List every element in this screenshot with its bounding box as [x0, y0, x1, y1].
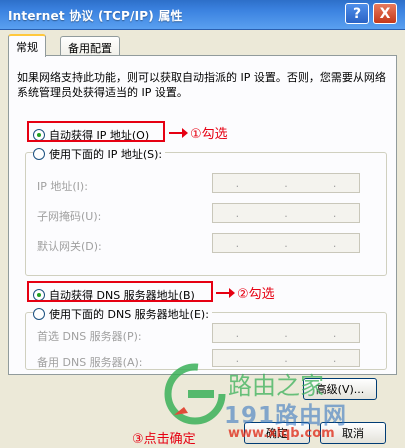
- default-gateway-input[interactable]: ...: [212, 233, 360, 253]
- highlight-box-auto-dns: [27, 281, 213, 302]
- radio-unchecked-icon: [33, 148, 45, 160]
- alternate-dns-input[interactable]: ...: [212, 349, 360, 367]
- octet-separator: .: [235, 206, 240, 220]
- octet-separator: .: [235, 351, 240, 365]
- question-icon: ?: [352, 5, 362, 22]
- octet-separator: .: [332, 176, 337, 190]
- ip-address-input[interactable]: ...: [212, 173, 360, 193]
- octet-separator: .: [235, 176, 240, 190]
- octet-separator: .: [284, 236, 288, 250]
- tab-panel-general: 如果网络支持此功能，则可以获取自动指派的 IP 设置。否则，您需要从网络系统管理…: [8, 55, 397, 375]
- subnet-mask-label: 子网掩码(U):: [37, 210, 102, 223]
- tab-general[interactable]: 常规: [8, 34, 46, 57]
- close-icon: X: [379, 5, 391, 22]
- title-bar: Internet 协议 (TCP/IP) 属性 ? X: [0, 0, 405, 30]
- close-button[interactable]: X: [373, 3, 397, 24]
- octet-separator: .: [284, 326, 288, 340]
- watermark-text-2: 191路由网: [224, 403, 348, 429]
- octet-separator: .: [284, 176, 288, 190]
- watermark-logo-icon: [164, 363, 226, 425]
- octet-separator: .: [332, 326, 337, 340]
- alternate-dns-label: 备用 DNS 服务器(A):: [37, 356, 143, 369]
- help-button[interactable]: ?: [345, 3, 369, 24]
- octet-separator: .: [284, 351, 288, 365]
- default-gateway-label: 默认网关(D):: [37, 240, 102, 253]
- octet-separator: .: [332, 236, 337, 250]
- description-text: 如果网络支持此功能，则可以获取自动指派的 IP 设置。否则，您需要从网络系统管理…: [17, 71, 386, 99]
- radio-manual-ip[interactable]: 使用下面的 IP 地址(S):: [33, 146, 166, 162]
- annotation-step3: ③点击确定: [132, 432, 196, 447]
- preferred-dns-input[interactable]: ...: [212, 323, 360, 343]
- tab-alternate-config[interactable]: 备用配置: [60, 36, 120, 56]
- radio-manual-dns[interactable]: 使用下面的 DNS 服务器地址(E):: [33, 306, 212, 322]
- subnet-mask-input[interactable]: ...: [212, 203, 360, 223]
- annotation-step1-text: ①勾选: [190, 127, 228, 142]
- radio-manual-dns-label: 使用下面的 DNS 服务器地址(E):: [49, 308, 209, 321]
- annotation-step2-text: ②勾选: [237, 287, 275, 302]
- arrow-icon: [169, 127, 188, 138]
- radio-unchecked-icon: [33, 308, 45, 320]
- annotation-step2: ②勾选: [216, 283, 275, 302]
- octet-separator: .: [235, 326, 240, 340]
- octet-separator: .: [235, 236, 240, 250]
- highlight-box-auto-ip: [27, 121, 165, 142]
- octet-separator: .: [284, 206, 288, 220]
- radio-manual-ip-label: 使用下面的 IP 地址(S):: [49, 148, 163, 161]
- octet-separator: .: [332, 351, 337, 365]
- octet-separator: .: [332, 206, 337, 220]
- annotation-step1: ①勾选: [169, 123, 228, 142]
- window-title: Internet 协议 (TCP/IP) 属性: [8, 9, 183, 23]
- preferred-dns-label: 首选 DNS 服务器(P):: [37, 330, 142, 343]
- watermark-url: www.xiqb.com: [228, 426, 335, 441]
- ip-address-label: IP 地址(I):: [37, 180, 88, 193]
- arrow-icon: [216, 287, 235, 298]
